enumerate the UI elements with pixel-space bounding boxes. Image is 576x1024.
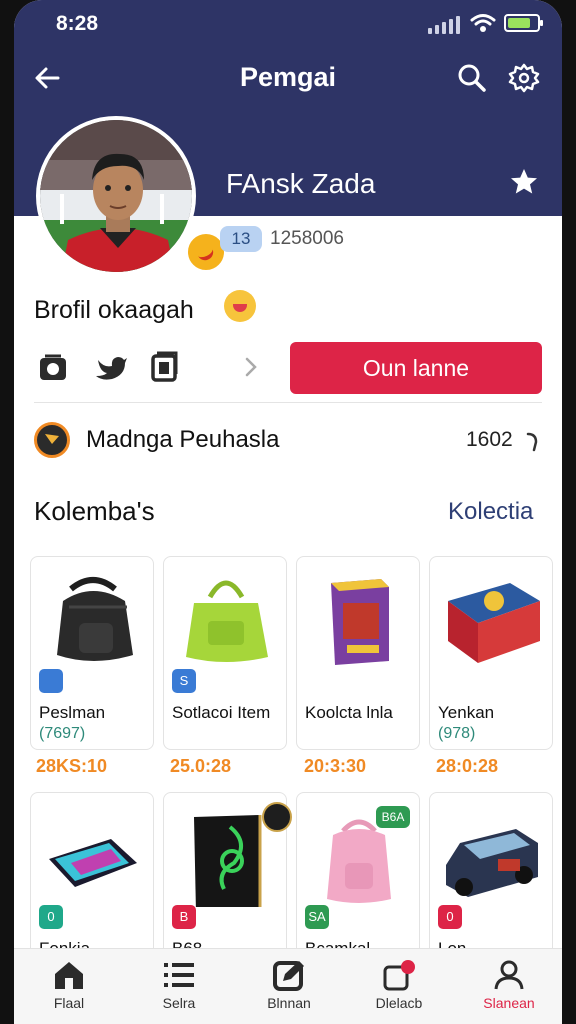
item-tag-icon [39, 669, 63, 693]
emoji-icon [224, 290, 256, 322]
collection-title: Kolemba's [34, 496, 155, 526]
chevron-right-icon[interactable] [524, 428, 542, 454]
chevron-right-icon[interactable] [240, 354, 262, 380]
medal-icon [34, 422, 70, 458]
status-bar: 8:28 [14, 0, 562, 48]
favorite-star-icon[interactable] [508, 166, 540, 198]
gold-emblem-icon [262, 802, 292, 832]
tab-home[interactable]: Flaal [14, 949, 124, 1024]
backpack-image [57, 577, 133, 661]
item-card[interactable]: Yenkan (978) [429, 556, 553, 750]
green-bag-image [186, 580, 268, 662]
tab-label: Flaal [53, 995, 85, 1011]
item-tag-icon: SA [305, 905, 329, 929]
item-count: (978) [438, 725, 476, 742]
tab-label: Selra [162, 995, 196, 1011]
tab-label: Slanean [483, 995, 535, 1011]
level-badge: 13 [220, 226, 262, 252]
tab-edit[interactable]: Blnnan [234, 949, 344, 1024]
car-toy-image [446, 829, 538, 897]
item-tag-icon: 0 [438, 905, 462, 929]
item-price: 28KS:10 [36, 756, 108, 776]
edit-icon [273, 961, 304, 991]
tab-list[interactable]: Selra [124, 949, 234, 1024]
status-time: 8:28 [56, 12, 99, 35]
tab-label: Dlelacb [375, 995, 423, 1011]
item-card[interactable]: S Sotlacoi Item [163, 556, 287, 750]
profile-id-number: 1258006 [270, 228, 344, 249]
item-tag-icon: S [172, 669, 196, 693]
item-price: 25.0:28 [170, 756, 232, 776]
top-nav: Pemgai [14, 52, 562, 104]
item-card[interactable]: Peslman (7697) [30, 556, 154, 750]
item-price: 20:3:30 [304, 756, 367, 776]
settings-icon[interactable] [508, 62, 540, 94]
stats-label: Madnga Peuhasla [86, 426, 280, 453]
item-card[interactable]: Koolcta lnla [296, 556, 420, 750]
app-screen: 8:28 Pemgai FAnsk Zada 13 1258006 Brofil… [14, 0, 562, 1024]
avatar[interactable] [36, 116, 196, 276]
notification-icon [383, 960, 415, 991]
card-box-image [331, 579, 389, 665]
tablet-image [49, 839, 137, 887]
item-count: (7697) [39, 725, 86, 742]
wifi-icon [470, 14, 496, 32]
corner-badge: B6A [376, 806, 410, 828]
bottom-tab-bar: Flaal Selra Blnnan Dlelacb Slanean [14, 948, 562, 1024]
profile-name: FAnsk Zada [226, 168, 376, 199]
follow-button[interactable]: Oun lanne [290, 342, 542, 394]
tab-label: Blnnan [267, 995, 311, 1011]
item-label: Peslman [39, 703, 106, 722]
divider [34, 402, 542, 403]
item-price: 28:0:28 [436, 756, 499, 776]
search-icon[interactable] [456, 62, 488, 94]
player-photo [40, 120, 192, 272]
twitter-icon[interactable] [94, 350, 128, 384]
list-icon [164, 963, 194, 987]
item-label: Yenkan [438, 703, 495, 722]
collection-link[interactable]: Kolectia [448, 498, 533, 526]
item-tag-icon: B [172, 905, 196, 929]
tin-box-image [448, 583, 540, 663]
copy-icon[interactable] [148, 350, 182, 384]
item-tag-icon: 0 [39, 905, 63, 929]
instagram-icon[interactable] [36, 350, 70, 384]
tab-profile[interactable]: Slanean [454, 949, 562, 1024]
signal-icon [428, 16, 460, 34]
stats-value: 1602 [466, 428, 513, 451]
phone-frame: 8:28 Pemgai FAnsk Zada 13 1258006 Brofil… [0, 0, 576, 1024]
profile-section-title: Brofil okaagah [34, 296, 194, 324]
item-label: Sotlacoi Item [172, 703, 271, 722]
profile-icon [494, 960, 524, 990]
item-label: Koolcta lnla [305, 703, 393, 722]
battery-icon [504, 14, 543, 32]
home-icon [55, 962, 83, 989]
tab-notifications[interactable]: Dlelacb [344, 949, 454, 1024]
